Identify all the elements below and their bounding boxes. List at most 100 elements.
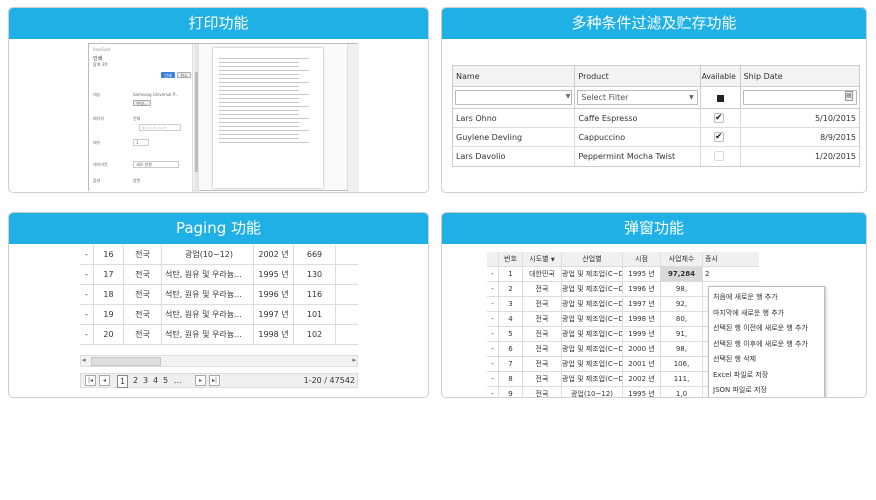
header-industry[interactable]: 산업별 [562, 252, 623, 266]
grid-header-row: Name Product Available Ship Date [453, 66, 859, 87]
dialog-copies-input[interactable]: 1 [133, 139, 149, 146]
table-row[interactable]: -18 전국 석탄, 원유 및 우라늄... 1996 년 116 [80, 285, 358, 305]
row-indicator: - [80, 265, 94, 284]
preview-text-line [219, 142, 309, 143]
name-filter-dropdown-icon[interactable]: ▼ [566, 93, 571, 100]
available-checkbox-checked[interactable]: ✔ [713, 113, 724, 123]
dialog-scrollbar[interactable] [194, 44, 199, 192]
dialog-scroll-thumb[interactable] [195, 72, 198, 172]
row-indicator: - [80, 245, 94, 264]
popup-card-body: 번호 시도별 ▼ 산업별 시점 사업체수 종사 -1 대한민국 광업 및 제조업(C… [442, 244, 866, 397]
cell-no: 17 [94, 265, 124, 284]
context-menu-item[interactable]: 선택된 행 이전에 새로운 행 추가 [709, 321, 824, 337]
calendar-icon[interactable]: ▤ [844, 91, 853, 101]
cell-no: 16 [94, 245, 124, 264]
cell-year: 1995 년 [623, 387, 661, 397]
grid-data-row[interactable]: Lars Ohno Caffe Espresso ✔ 5/10/2015 [453, 109, 859, 128]
prev-page-icon[interactable]: ◂ [99, 375, 110, 386]
scroll-right-icon[interactable]: ▸ [352, 356, 356, 364]
page-number[interactable]: 5 [163, 375, 168, 387]
cell-no: 1 [499, 267, 523, 281]
cell-region: 전국 [523, 342, 562, 356]
dialog-change-button[interactable]: 변경... [133, 100, 151, 106]
table-row[interactable]: -16 전국 광업(10~12) 2002 년 669 [80, 245, 358, 265]
table-row[interactable]: -20 전국 석탄, 원유 및 우라늄... 1998 년 102 [80, 325, 358, 345]
dialog-print-button[interactable]: 인쇄 [161, 72, 175, 78]
cell-year: 1997 년 [623, 297, 661, 311]
print-card-title: 打印功能 [9, 8, 428, 39]
header-no[interactable]: 번호 [499, 252, 523, 266]
header-product[interactable]: Product [575, 66, 701, 86]
available-filter-checkbox[interactable] [716, 95, 724, 102]
row-indicator: - [487, 267, 499, 281]
preview-text-line [219, 126, 299, 127]
cell-no: 6 [499, 342, 523, 356]
header-year[interactable]: 시점 [623, 252, 661, 266]
name-filter-input[interactable] [455, 90, 573, 105]
context-menu-item[interactable]: Excel 파일로 저장 [709, 368, 824, 384]
header-ship-date[interactable]: Ship Date [741, 66, 859, 86]
page-number[interactable]: 4 [153, 375, 158, 387]
cell-industry: 광업 및 제조업(C~D) [562, 312, 623, 326]
last-page-icon[interactable]: ▸| [209, 375, 220, 386]
cell-year: 1997 년 [254, 305, 294, 324]
cell-industry: 광업 및 제조업(C~D) [562, 372, 623, 386]
table-row[interactable]: -17 전국 석탄, 원유 및 우라늄... 1995 년 130 [80, 265, 358, 285]
header-employees[interactable]: 종사 [703, 252, 717, 266]
popup-feature-card: 弹窗功能 번호 시도별 ▼ 산업별 시점 사업체수 종사 -1 대한민국 광업 및 … [441, 212, 867, 398]
dialog-pages-input[interactable]: 예: 1-5, 8, 11-13 [139, 124, 181, 131]
dialog-cancel-button[interactable]: 취소 [177, 72, 191, 78]
page-number[interactable]: 3 [143, 375, 148, 387]
product-filter-select[interactable]: Select Filter [577, 90, 698, 105]
header-count[interactable]: 사업체수 [661, 252, 703, 266]
context-menu-item[interactable]: JSON 파일로 저장 [709, 383, 824, 397]
header-available[interactable]: Available [701, 66, 741, 86]
next-page-icon[interactable]: ▸ [195, 375, 206, 386]
scroll-left-icon[interactable]: ◂ [82, 356, 86, 364]
cell-count: 91, [661, 327, 703, 341]
dialog-duplex-option[interactable]: 양면 [133, 178, 140, 184]
header-name[interactable]: Name [453, 66, 576, 86]
cell-industry: 광업(10~12) [162, 245, 254, 264]
available-checkbox-unchecked[interactable] [713, 151, 724, 161]
paging-grid: -16 전국 광업(10~12) 2002 년 669 -17 전국 석탄, 원유 및 우라… [80, 245, 358, 345]
grid-data-row[interactable]: Lars Davolio Peppermint Mocha Twist 1/20… [453, 147, 859, 166]
cell-product: Caffe Espresso [575, 109, 701, 127]
preview-text-line [219, 122, 299, 123]
available-checkbox-checked[interactable]: ✔ [713, 132, 724, 142]
preview-text-line [219, 138, 299, 139]
cell-no: 19 [94, 305, 124, 324]
horizontal-scrollbar[interactable]: ◂ ▸ [80, 355, 358, 367]
preview-text-line [219, 62, 299, 63]
ship-date-filter-input[interactable] [742, 90, 857, 105]
scroll-thumb[interactable] [91, 357, 161, 366]
dialog-pages-all[interactable]: 전체 [133, 116, 140, 122]
context-menu-item[interactable]: 처음에 새로운 행 추가 [709, 290, 824, 306]
context-menu-item[interactable]: 마지막에 새로운 행 추가 [709, 306, 824, 322]
page-number[interactable]: 1 [117, 375, 129, 388]
cell-industry: 광업(10~12) [562, 387, 623, 397]
first-page-icon[interactable]: |◂ [85, 375, 96, 386]
dialog-pages-label: 페이지 [93, 116, 105, 121]
print-card-body: RealGrid 인쇄 합계 3쪽 인쇄 취소 대상 Samsung Unive… [9, 39, 428, 192]
context-menu-item[interactable]: 선택된 행 삭제 [709, 352, 824, 368]
dialog-layout-select[interactable]: 세로 방향 [133, 161, 179, 168]
filter-dropdown-icon[interactable]: ▼ [551, 257, 555, 263]
cell-region: 전국 [523, 357, 562, 371]
cell-count: 106, [661, 357, 703, 371]
header-region[interactable]: 시도별 ▼ [523, 252, 562, 266]
table-row[interactable]: -1 대한민국 광업 및 제조업(C~D) 1995 년 97,284 2 [487, 267, 759, 282]
grid-data-row[interactable]: Guylene Devling Cappuccino ✔ 8/9/2015 [453, 128, 859, 147]
row-indicator: - [80, 305, 94, 324]
page-ellipsis[interactable]: ... [174, 375, 182, 387]
context-menu-item[interactable]: 선택된 행 이후에 새로운 행 추가 [709, 337, 824, 353]
chevron-down-icon[interactable]: ▼ [689, 94, 694, 101]
cell-region: 전국 [124, 325, 162, 344]
table-row[interactable]: -19 전국 석탄, 원유 및 우라늄... 1997 년 101 [80, 305, 358, 325]
preview-text-line [219, 66, 299, 67]
preview-text-line [219, 74, 299, 75]
cell-empty [336, 325, 358, 344]
page-number[interactable]: 2 [133, 375, 138, 387]
paging-card-title: Paging 功能 [9, 213, 428, 244]
dialog-pages-count: 합계 3쪽 [93, 62, 108, 67]
